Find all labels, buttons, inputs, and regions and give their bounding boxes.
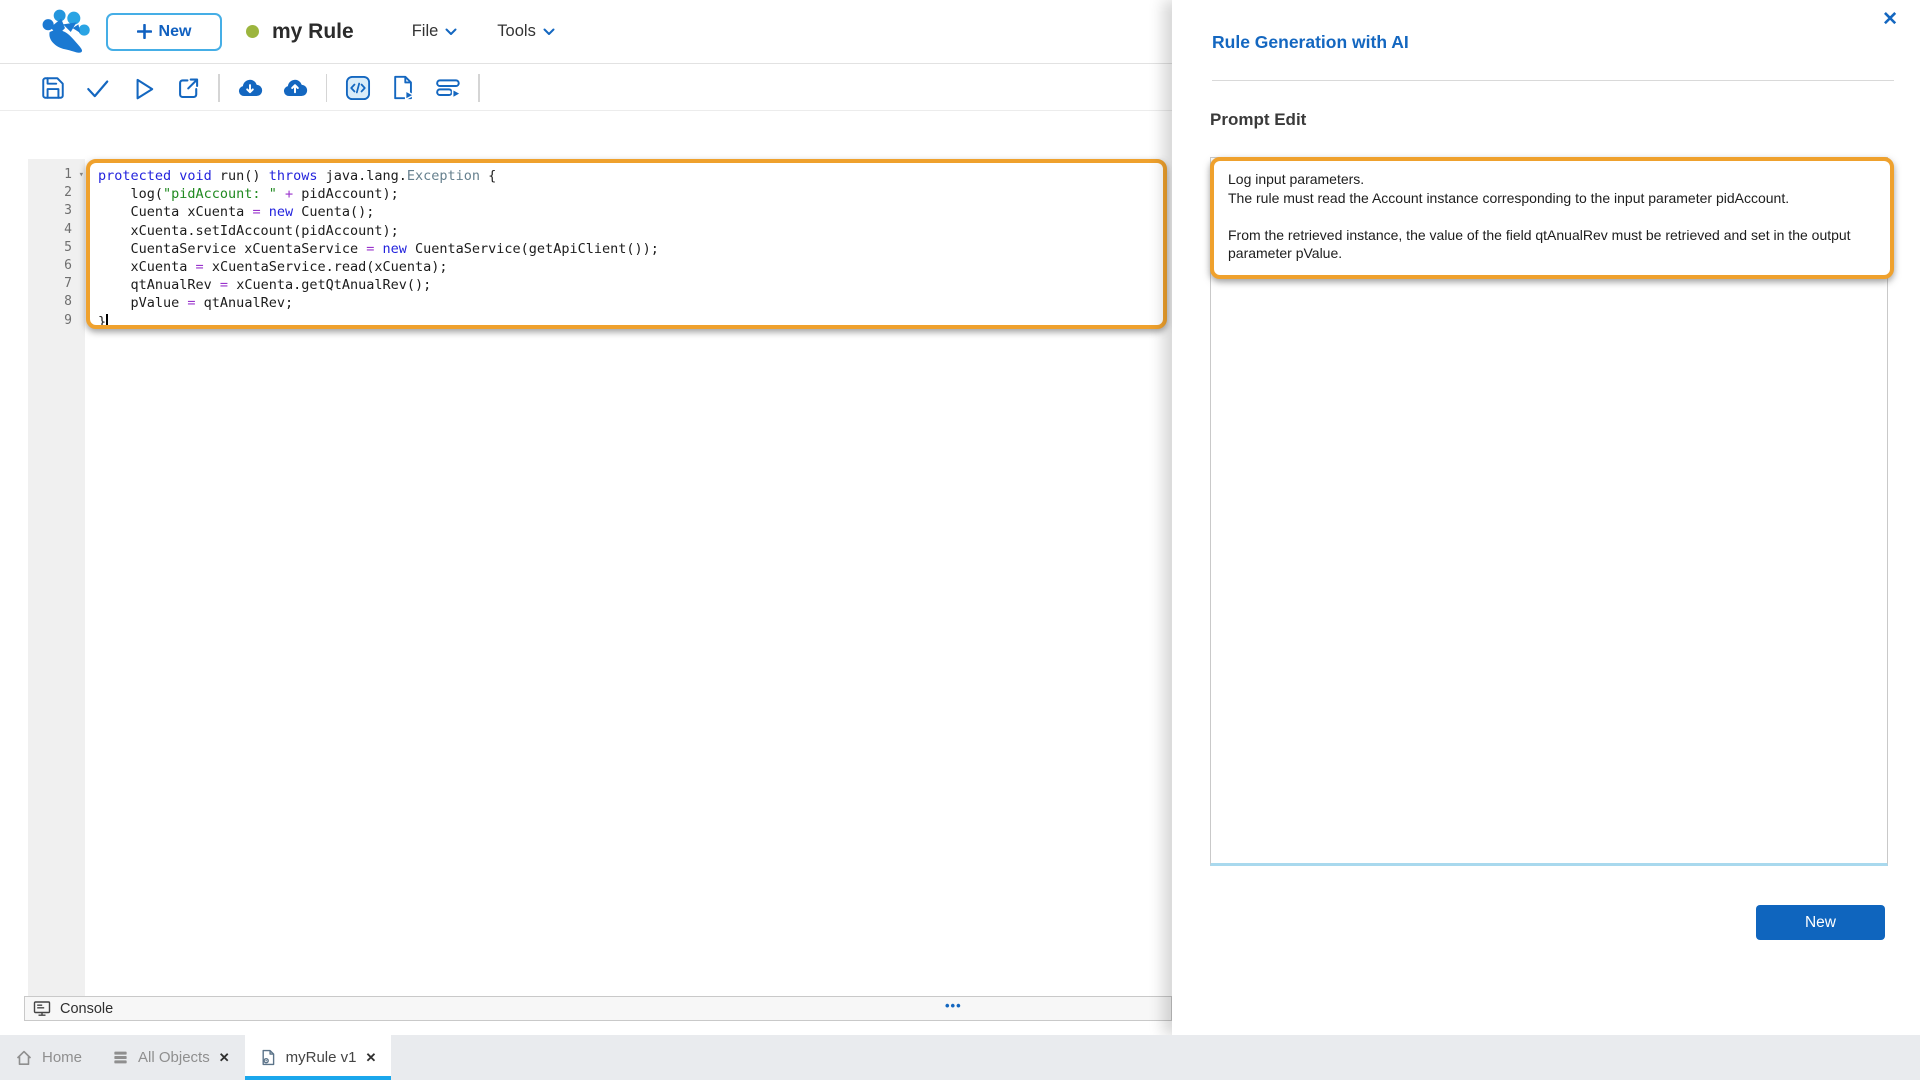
line-number: 8: [28, 293, 85, 311]
cloud-upload-icon: [281, 74, 309, 102]
cloud-download-button[interactable]: [228, 65, 273, 111]
chevron-down-icon: [543, 28, 555, 36]
validate-button[interactable]: [75, 65, 120, 111]
run-button[interactable]: [120, 65, 165, 111]
file-run-button[interactable]: [380, 65, 425, 111]
fold-arrow-icon[interactable]: ▾: [79, 166, 84, 184]
code-line: log("pidAccount: " + pidAccount);: [98, 185, 1163, 203]
close-icon[interactable]: ✕: [219, 1050, 230, 1066]
toolbar-separator: [478, 74, 480, 102]
tab-home-label: Home: [42, 1049, 82, 1066]
new-object-button[interactable]: New: [106, 13, 222, 51]
line-number: 5: [28, 239, 85, 257]
code-line: xCuenta.setIdAccount(pidAccount);: [98, 222, 1163, 240]
save-button[interactable]: [30, 65, 75, 111]
play-icon: [130, 75, 156, 101]
generate-new-button[interactable]: New: [1756, 905, 1885, 940]
console-drag-handle[interactable]: •••: [945, 998, 962, 1013]
stack-icon: [112, 1049, 129, 1066]
ai-rule-panel: ✕ Rule Generation with AI Prompt Edit Lo…: [1172, 0, 1920, 1035]
file-menu[interactable]: File: [412, 22, 458, 41]
text-cursor: [106, 314, 108, 328]
tab-myrule-active[interactable]: myRule v1 ✕: [245, 1035, 392, 1080]
save-icon: [40, 75, 66, 101]
tab-all-objects-label: All Objects: [138, 1049, 210, 1066]
line-number: 6: [28, 257, 85, 275]
tools-menu[interactable]: Tools: [497, 22, 555, 41]
home-icon: [15, 1049, 33, 1067]
prompt-edit-box[interactable]: Log input parameters. The rule must read…: [1210, 157, 1894, 279]
code-line: protected void run() throws java.lang.Ex…: [98, 167, 1163, 185]
rules-run-button[interactable]: [425, 65, 470, 111]
close-icon[interactable]: ✕: [365, 1050, 376, 1066]
console-label: Console: [60, 1001, 113, 1017]
code-line: CuentaService xCuentaService = new Cuent…: [98, 240, 1163, 258]
code-line: }: [98, 313, 1163, 330]
code-line: Cuenta xCuenta = new Cuenta();: [98, 203, 1163, 221]
code-line: qtAnualRev = xCuenta.getQtAnualRev();: [98, 276, 1163, 294]
app-logo: [38, 7, 92, 57]
prompt-edit-label: Prompt Edit: [1210, 110, 1306, 130]
code-editor[interactable]: protected void run() throws java.lang.Ex…: [86, 159, 1167, 329]
line-number: 2: [28, 184, 85, 202]
line-number: 7: [28, 275, 85, 293]
chevron-down-icon: [445, 28, 457, 36]
tab-myrule-label: myRule v1: [286, 1049, 357, 1066]
export-button[interactable]: [165, 65, 210, 111]
status-dot: [246, 25, 259, 38]
toolbar-separator: [218, 74, 220, 102]
document-title: my Rule: [272, 20, 354, 44]
file-run-icon: [389, 74, 416, 101]
new-button-label: New: [159, 23, 192, 41]
rules-run-icon: [434, 74, 462, 102]
line-number: 1▾: [28, 166, 85, 184]
file-menu-label: File: [412, 22, 439, 41]
line-number: 9: [28, 312, 85, 330]
code-line: xCuenta = xCuentaService.read(xCuenta);: [98, 258, 1163, 276]
panel-divider: [1212, 80, 1894, 81]
plus-icon: [137, 24, 152, 39]
toolbar-separator: [326, 74, 328, 102]
tab-all-objects[interactable]: All Objects ✕: [97, 1035, 245, 1080]
console-icon: [33, 1000, 51, 1018]
tools-menu-label: Tools: [497, 22, 536, 41]
code-line: pValue = qtAnualRev;: [98, 294, 1163, 312]
check-icon: [84, 75, 111, 101]
cloud-upload-button[interactable]: [273, 65, 318, 111]
code-icon: [344, 74, 372, 102]
close-icon[interactable]: ✕: [1882, 8, 1898, 31]
line-number: 4: [28, 221, 85, 239]
panel-title: Rule Generation with AI: [1212, 32, 1409, 53]
open-in-new-icon: [175, 75, 201, 101]
line-number: 3: [28, 202, 85, 220]
tab-home[interactable]: Home: [0, 1035, 97, 1080]
bottom-tab-bar: Home All Objects ✕ myRule v1 ✕: [0, 1035, 1920, 1080]
cloud-download-icon: [236, 74, 264, 102]
line-number-gutter: 1▾23456789: [28, 159, 85, 996]
code-view-button[interactable]: [335, 65, 380, 111]
console-bar[interactable]: Console •••: [24, 996, 1172, 1021]
rule-file-icon: [260, 1049, 277, 1066]
